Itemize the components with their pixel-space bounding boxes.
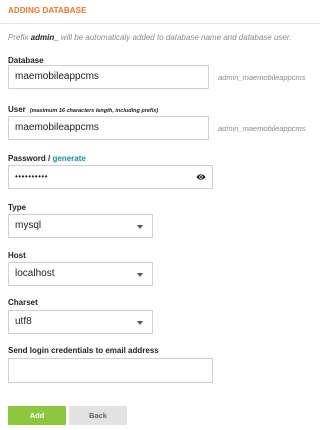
host-select[interactable]: localhost	[8, 262, 153, 286]
prefix-note-after: will be automaticaly added to database n…	[58, 33, 292, 42]
page-title: ADDING DATABASE	[8, 6, 87, 15]
generate-password-link[interactable]: generate	[52, 154, 85, 163]
charset-select[interactable]: utf8	[8, 310, 153, 334]
chevron-down-icon	[137, 225, 143, 229]
user-input[interactable]: maemobileappcms	[8, 116, 209, 140]
back-button[interactable]: Back	[69, 406, 127, 425]
host-label: Host	[8, 251, 26, 260]
user-label-text: User	[8, 105, 26, 114]
prefix-note-before: Prefix	[8, 33, 31, 42]
eye-icon[interactable]	[196, 173, 206, 181]
database-input[interactable]: maemobileappcms	[8, 65, 209, 89]
prefix-note: Prefix admin_ will be automaticaly added…	[8, 33, 291, 42]
email-input[interactable]	[8, 358, 213, 383]
database-full-name: admin_maemobileappcms	[218, 73, 306, 82]
host-selected-value: localhost	[15, 268, 55, 279]
prefix-value: admin_	[30, 33, 59, 42]
password-input-value: ••••••••••	[15, 172, 49, 181]
database-label: Database	[8, 56, 44, 65]
user-length-hint: (maximum 16 characters length, including…	[29, 108, 159, 114]
user-label: User (maximum 16 characters length, inclu…	[8, 105, 158, 114]
email-label: Send login credentials to email address	[8, 346, 159, 355]
user-full-name: admin_maemobileappcms	[218, 124, 306, 133]
chevron-down-icon	[137, 321, 143, 325]
password-label: Password / generate	[8, 154, 86, 163]
chevron-down-icon	[137, 273, 143, 277]
type-selected-value: mysql	[15, 220, 42, 231]
charset-label: Charset	[8, 298, 38, 307]
add-button[interactable]: Add	[8, 406, 66, 425]
password-input[interactable]: ••••••••••	[8, 165, 213, 189]
password-label-text: Password /	[8, 154, 53, 163]
type-label: Type	[8, 203, 27, 212]
database-input-value: maemobileappcms	[15, 71, 99, 82]
charset-selected-value: utf8	[15, 316, 32, 327]
type-select[interactable]: mysql	[8, 214, 153, 238]
page-header: ADDING DATABASE	[0, 0, 320, 24]
user-input-value: maemobileappcms	[15, 122, 99, 133]
